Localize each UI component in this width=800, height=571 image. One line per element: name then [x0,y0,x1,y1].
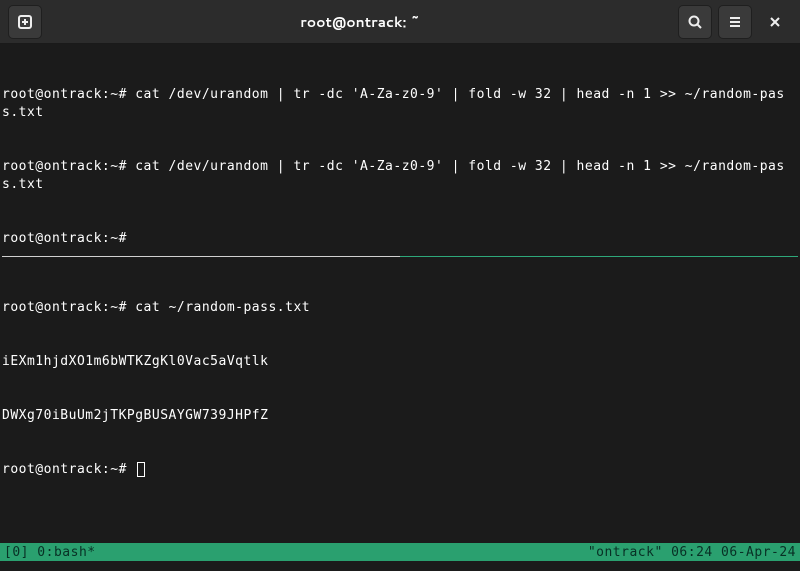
command-text: cat ~/random-pass.txt [135,300,310,315]
hamburger-icon [727,14,743,30]
output-line: DWXg70iBuUm2jTKPgBUSAYGW739JHPfZ [2,407,798,425]
statusbar-right: "ontrack" 06:24 06-Apr-24 [588,545,796,560]
cursor [137,462,145,477]
terminal-content: root@ontrack:~# cat /dev/urandom | tr -d… [0,44,800,571]
tmux-pane-divider[interactable] [2,256,798,257]
titlebar: root@ontrack: ~ [0,0,800,44]
titlebar-right [678,5,792,39]
plus-box-icon [17,14,33,30]
tmux-pane-top[interactable]: root@ontrack:~# cat /dev/urandom | tr -d… [2,50,798,256]
current-prompt-line: root@ontrack:~# [2,461,798,479]
menu-button[interactable] [718,5,752,39]
prompt: root@ontrack:~# [2,159,135,174]
command-line: root@ontrack:~# cat /dev/urandom | tr -d… [2,86,798,122]
prompt: root@ontrack:~# [2,462,135,477]
prompt: root@ontrack:~# [2,231,135,246]
window-title: root@ontrack: ~ [42,12,678,32]
pane-divider-inactive [400,256,798,257]
pane-divider-active [2,256,400,257]
output-line: iEXm1hjdXO1m6bWTKZgKl0Vac5aVqtlk [2,353,798,371]
search-icon [687,14,703,30]
command-line: root@ontrack:~# [2,230,798,248]
tmux-statusbar: [0] 0:bash* "ontrack" 06:24 06-Apr-24 [0,543,800,561]
prompt: root@ontrack:~# [2,300,135,315]
prompt: root@ontrack:~# [2,87,135,102]
titlebar-left [8,5,42,39]
close-button[interactable] [758,5,792,39]
tmux-pane-bottom[interactable]: root@ontrack:~# cat ~/random-pass.txt iE… [2,257,798,515]
search-button[interactable] [678,5,712,39]
command-line: root@ontrack:~# cat ~/random-pass.txt [2,299,798,317]
close-icon [768,15,782,29]
terminal-area[interactable]: root@ontrack:~# cat /dev/urandom | tr -d… [0,44,800,571]
statusbar-left: [0] 0:bash* [4,545,588,560]
command-line: root@ontrack:~# cat /dev/urandom | tr -d… [2,158,798,194]
new-tab-button[interactable] [8,5,42,39]
